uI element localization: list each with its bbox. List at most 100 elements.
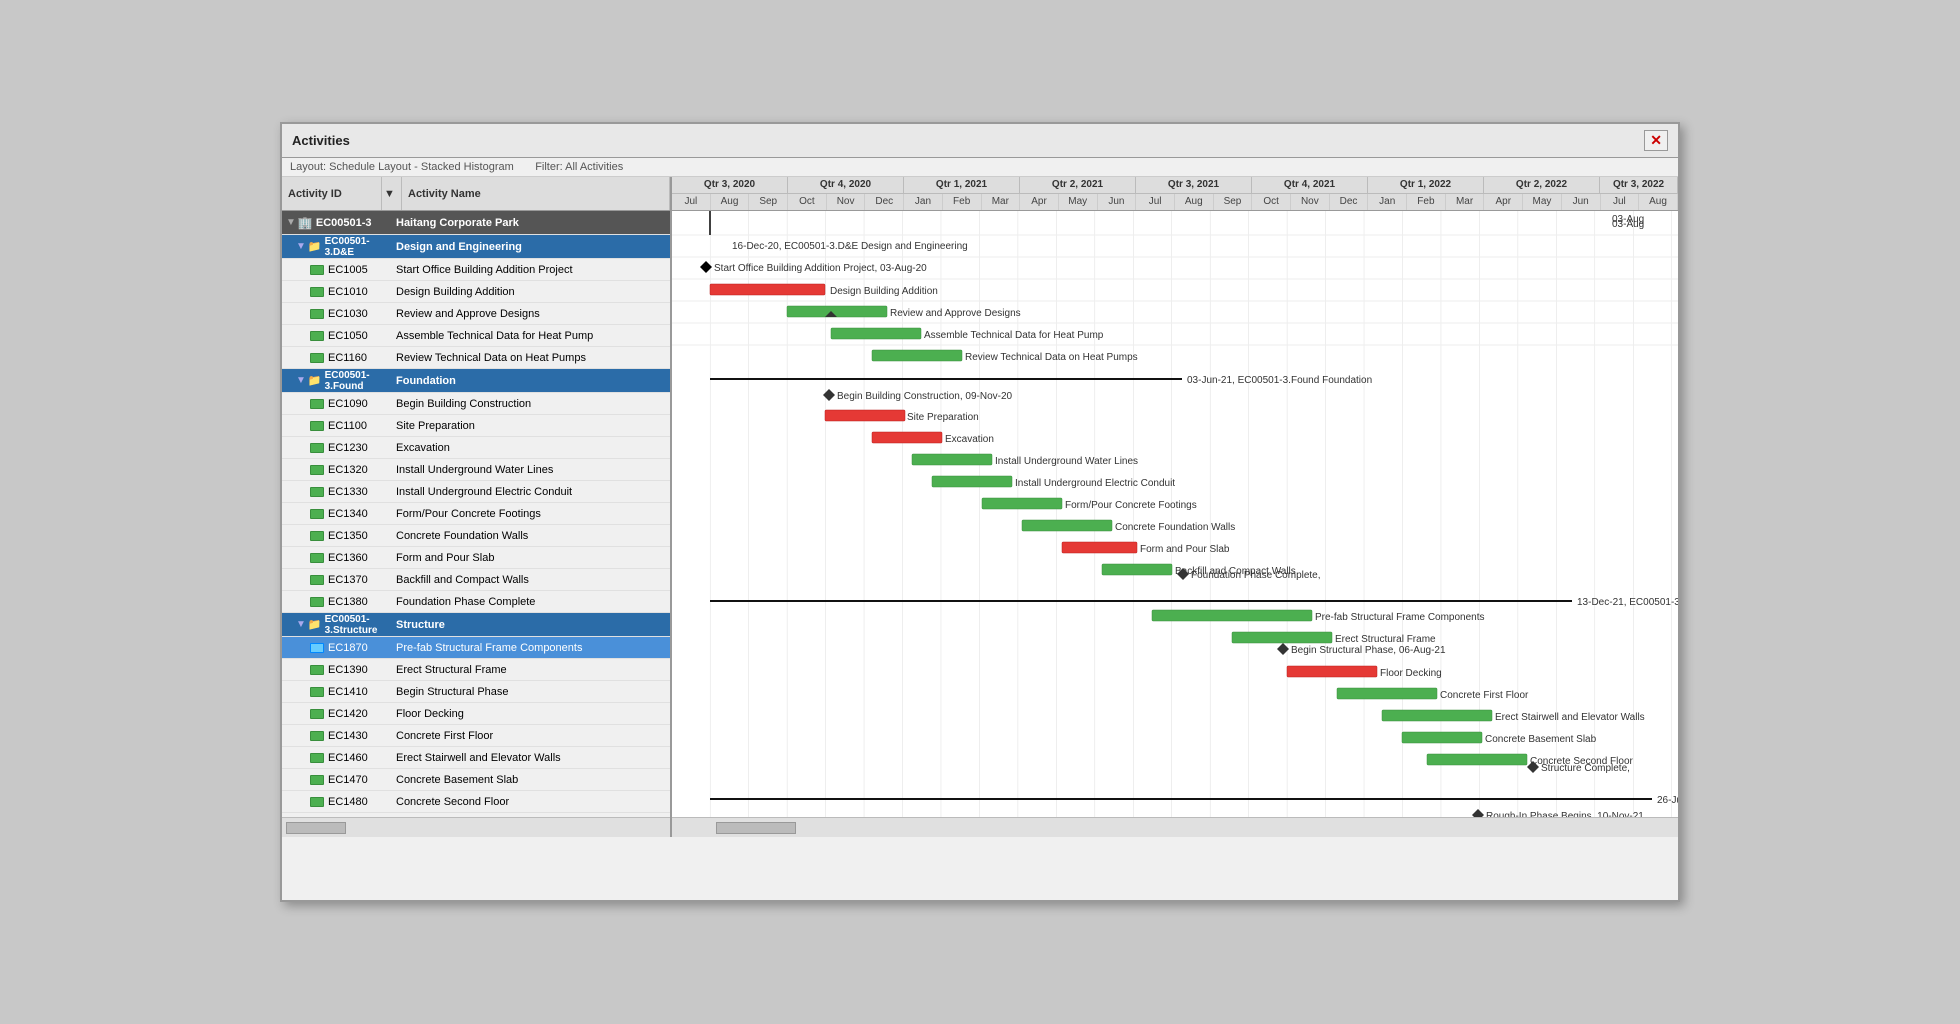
- quarter-label: Qtr 2, 2022: [1484, 177, 1600, 193]
- left-panel: Activity ID ▼ Activity Name ▼ 🏢 EC00501-…: [282, 177, 672, 837]
- list-item[interactable]: ▼ 📁 EC00501-3.Structure Structure: [282, 613, 670, 637]
- svg-text:Excavation: Excavation: [945, 434, 994, 445]
- svg-text:Concrete Foundation Walls: Concrete Foundation Walls: [1115, 522, 1235, 533]
- month-label: Sep: [749, 194, 788, 210]
- quarter-label: Qtr 4, 2020: [788, 177, 904, 193]
- list-item[interactable]: EC1030 Review and Approve Designs: [282, 303, 670, 325]
- svg-text:Floor Decking: Floor Decking: [1380, 668, 1442, 679]
- svg-text:16-Dec-20, EC00501-3.D&E Desi: 16-Dec-20, EC00501-3.D&E Design and Engi…: [732, 241, 968, 252]
- svg-text:Foundation Phase Complete,: Foundation Phase Complete,: [1191, 570, 1321, 581]
- svg-text:Erect Stairwell and Elevator W: Erect Stairwell and Elevator Walls: [1495, 712, 1645, 723]
- svg-text:03-Jun-21, EC00501-3.Found Fo: 03-Jun-21, EC00501-3.Found Foundation: [1187, 375, 1372, 386]
- filter-label: Filter: All Activities: [535, 161, 623, 173]
- month-label: May: [1059, 194, 1098, 210]
- quarter-label: Qtr 3, 2020: [672, 177, 788, 193]
- list-item[interactable]: EC1380 Foundation Phase Complete: [282, 591, 670, 613]
- list-item[interactable]: EC1090 Begin Building Construction: [282, 393, 670, 415]
- month-label: Dec: [1330, 194, 1369, 210]
- svg-text:Review Technical Data on Heat: Review Technical Data on Heat Pumps: [965, 352, 1138, 363]
- svg-text:Concrete First Floor: Concrete First Floor: [1440, 690, 1529, 701]
- quarter-label: Qtr 3, 2021: [1136, 177, 1252, 193]
- list-item[interactable]: EC1410 Begin Structural Phase: [282, 681, 670, 703]
- month-label: Jul: [672, 194, 711, 210]
- list-item[interactable]: EC1005 Start Office Building Addition Pr…: [282, 259, 670, 281]
- list-item[interactable]: EC1350 Concrete Foundation Walls: [282, 525, 670, 547]
- list-item[interactable]: EC1340 Form/Pour Concrete Footings: [282, 503, 670, 525]
- list-item[interactable]: EC1390 Erect Structural Frame: [282, 659, 670, 681]
- quarter-label: Qtr 1, 2021: [904, 177, 1020, 193]
- svg-text:Install Underground Electric C: Install Underground Electric Conduit: [1015, 478, 1175, 489]
- list-item[interactable]: EC1870 Pre-fab Structural Frame Componen…: [282, 637, 670, 659]
- month-label: Dec: [865, 194, 904, 210]
- list-item[interactable]: EC1370 Backfill and Compact Walls: [282, 569, 670, 591]
- svg-text:Form/Pour Concrete Footings: Form/Pour Concrete Footings: [1065, 500, 1197, 511]
- window-title: Activities: [292, 133, 350, 148]
- list-item[interactable]: EC1430 Concrete First Floor: [282, 725, 670, 747]
- month-label: Jan: [1368, 194, 1407, 210]
- month-row: Jul Aug Sep Oct Nov Dec Jan Feb Mar Apr …: [672, 194, 1678, 210]
- quarter-label: Qtr 2, 2021: [1020, 177, 1136, 193]
- col-header-id: Activity ID: [282, 177, 382, 210]
- svg-text:Structure Complete,: Structure Complete,: [1541, 763, 1630, 774]
- gantt-body[interactable]: 03-Aug 16-Dec-20, EC00501-3.D&E Design a…: [672, 211, 1678, 817]
- title-bar: Activities ✕: [282, 124, 1678, 158]
- horizontal-scrollbar-left[interactable]: [282, 817, 670, 837]
- svg-text:Review and Approve Designs: Review and Approve Designs: [890, 308, 1021, 319]
- svg-text:Start Office Building Addition: Start Office Building Addition Project, …: [714, 263, 927, 274]
- quarter-row: Qtr 3, 2020 Qtr 4, 2020 Qtr 1, 2021 Qtr …: [672, 177, 1678, 194]
- month-label: Nov: [827, 194, 866, 210]
- svg-text:Design Building Addition: Design Building Addition: [830, 286, 938, 297]
- svg-text:Install Underground Water Line: Install Underground Water Lines: [995, 456, 1138, 467]
- month-label: Jun: [1562, 194, 1601, 210]
- horizontal-scrollbar-right[interactable]: [672, 817, 1678, 837]
- svg-text:13-Dec-21, EC00501-3.Structure: 13-Dec-21, EC00501-3.Structure Structure: [1577, 597, 1678, 608]
- month-label: Jul: [1601, 194, 1640, 210]
- svg-text:Erect Structural Frame: Erect Structural Frame: [1335, 634, 1436, 645]
- month-label: Apr: [1484, 194, 1523, 210]
- list-item[interactable]: EC1360 Form and Pour Slab: [282, 547, 670, 569]
- column-headers: Activity ID ▼ Activity Name: [282, 177, 670, 211]
- list-item[interactable]: EC1010 Design Building Addition: [282, 281, 670, 303]
- gantt-panel: Qtr 3, 2020 Qtr 4, 2020 Qtr 1, 2021 Qtr …: [672, 177, 1678, 837]
- month-label: Mar: [1446, 194, 1485, 210]
- month-label: Mar: [982, 194, 1021, 210]
- svg-text:Pre-fab Structural Frame Compo: Pre-fab Structural Frame Components: [1315, 612, 1485, 623]
- month-label: Nov: [1291, 194, 1330, 210]
- list-item[interactable]: ▼ 📁 EC00501-3.Found Foundation: [282, 369, 670, 393]
- list-item[interactable]: EC1420 Floor Decking: [282, 703, 670, 725]
- month-label: Jun: [1098, 194, 1137, 210]
- month-label: Sep: [1214, 194, 1253, 210]
- layout-label: Layout: Schedule Layout - Stacked Histog…: [290, 161, 514, 173]
- list-item[interactable]: EC1320 Install Underground Water Lines: [282, 459, 670, 481]
- month-label: Apr: [1020, 194, 1059, 210]
- list-item[interactable]: ▼ 🏢 EC00501-3 Haitang Corporate Park: [282, 211, 670, 235]
- svg-text:Assemble Technical Data for He: Assemble Technical Data for Heat Pump: [924, 330, 1104, 341]
- month-label: Feb: [943, 194, 982, 210]
- svg-text:Concrete Basement Slab: Concrete Basement Slab: [1485, 734, 1597, 745]
- list-item[interactable]: EC1050 Assemble Technical Data for Heat …: [282, 325, 670, 347]
- close-button[interactable]: ✕: [1644, 130, 1668, 151]
- activity-list[interactable]: ▼ 🏢 EC00501-3 Haitang Corporate Park ▼ 📁…: [282, 211, 670, 817]
- list-item[interactable]: EC1460 Erect Stairwell and Elevator Wall…: [282, 747, 670, 769]
- quarter-label: Qtr 4, 2021: [1252, 177, 1368, 193]
- list-item[interactable]: ▼ 📁 EC00501-3.D&E Design and Engineering: [282, 235, 670, 259]
- list-item[interactable]: EC1470 Concrete Basement Slab: [282, 769, 670, 791]
- svg-text:Form and Pour Slab: Form and Pour Slab: [1140, 544, 1230, 555]
- svg-text:Begin Structural Phase, 06-Aug: Begin Structural Phase, 06-Aug-21: [1291, 645, 1446, 656]
- list-item[interactable]: EC1160 Review Technical Data on Heat Pum…: [282, 347, 670, 369]
- list-item[interactable]: EC1480 Concrete Second Floor: [282, 791, 670, 813]
- list-item[interactable]: EC1330 Install Underground Electric Cond…: [282, 481, 670, 503]
- col-header-name: Activity Name: [402, 177, 670, 210]
- month-label: Aug: [711, 194, 750, 210]
- sort-arrow[interactable]: ▼: [382, 177, 402, 210]
- list-item[interactable]: EC1100 Site Preparation: [282, 415, 670, 437]
- svg-text:03-Aug: 03-Aug: [1612, 214, 1644, 225]
- svg-text:Begin Building Construction, 0: Begin Building Construction, 09-Nov-20: [837, 391, 1013, 402]
- list-item[interactable]: EC1230 Excavation: [282, 437, 670, 459]
- svg-text:26-Jul-22,: 26-Jul-22,: [1657, 795, 1678, 806]
- month-label: May: [1523, 194, 1562, 210]
- month-label: Jan: [904, 194, 943, 210]
- month-label: Oct: [1252, 194, 1291, 210]
- svg-text:Rough-In Phase Begins, 10-Nov-: Rough-In Phase Begins, 10-Nov-21: [1486, 811, 1644, 817]
- month-label: Jul: [1136, 194, 1175, 210]
